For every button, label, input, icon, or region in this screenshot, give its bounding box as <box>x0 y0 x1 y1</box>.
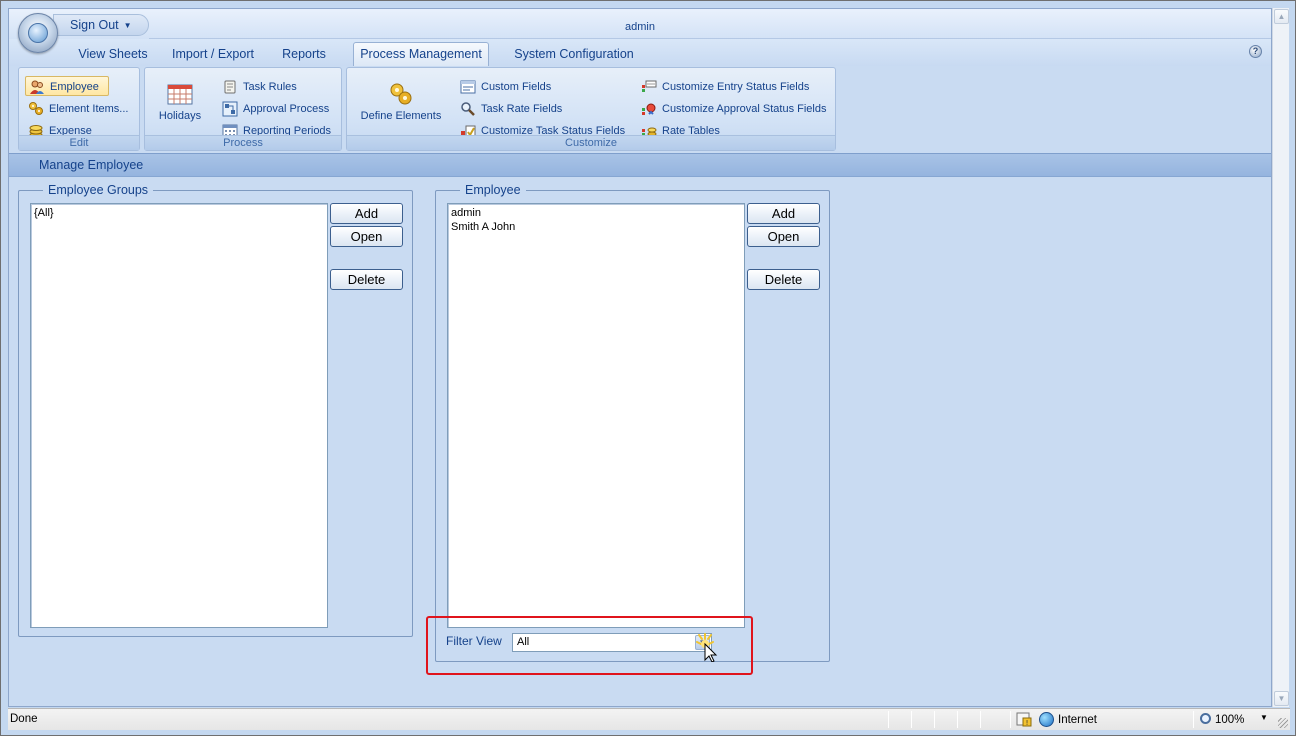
ribbon-group-customize-label: Customize <box>347 135 835 150</box>
customize-entry-status-fields-button[interactable]: Customize Entry Status Fields <box>638 77 809 97</box>
entry-status-icon <box>642 80 657 92</box>
approval-status-icon <box>642 103 656 115</box>
globe-icon <box>1039 712 1054 727</box>
security-zone-label: Internet <box>1058 714 1097 726</box>
scroll-icon <box>224 80 236 94</box>
resize-grip-icon[interactable] <box>1278 718 1288 728</box>
tab-process-management[interactable]: Process Management <box>353 42 489 67</box>
status-text: Done <box>10 713 38 725</box>
ribbon-tabs: View Sheets Import / Export Reports Proc… <box>9 39 1271 67</box>
form-icon <box>460 80 476 94</box>
element-items-label: Element Items... <box>49 103 129 115</box>
help-icon[interactable]: ? <box>1249 45 1262 58</box>
employee-groups-panel: Employee Groups {All} Add Open Delete <box>18 183 413 637</box>
holidays-label: Holidays <box>158 110 202 122</box>
approval-process-label: Approval Process <box>243 103 330 115</box>
employee-label: Employee <box>50 81 99 93</box>
sign-out-button[interactable]: Sign Out ▼ <box>53 14 149 36</box>
page-title: Manage Employee <box>9 153 1271 177</box>
task-rate-fields-button[interactable]: Task Rate Fields <box>457 99 562 119</box>
ribbon-group-process-label: Process <box>145 135 341 150</box>
tab-import-export[interactable]: Import / Export <box>167 44 259 66</box>
ribbon-group-process: Holidays Task Rules Approval Process Rep… <box>144 67 342 151</box>
list-item[interactable]: admin <box>451 206 741 220</box>
task-rules-button[interactable]: Task Rules <box>219 77 297 97</box>
ribbon-group-edit: Employee Element Items... Expense Edit <box>18 67 140 151</box>
chevron-down-icon[interactable]: ▼ <box>1260 713 1268 722</box>
magnifier-icon <box>1200 713 1211 724</box>
tab-view-sheets[interactable]: View Sheets <box>69 44 157 66</box>
browser-window: Sign Out ▼ admin View Sheets Import / Exp… <box>0 0 1296 736</box>
tab-reports[interactable]: Reports <box>274 44 334 66</box>
add-group-button[interactable]: Add <box>330 203 403 224</box>
employee-panel: Employee admin Smith A John Add Open Del… <box>435 183 830 662</box>
filter-view-label: Filter View <box>446 634 502 648</box>
ribbon-group-edit-label: Edit <box>19 135 139 150</box>
scroll-up-icon[interactable]: ▲ <box>1274 9 1289 24</box>
calendar-grid-icon <box>167 84 193 105</box>
app-orb-button[interactable] <box>18 13 58 53</box>
orb-icon <box>28 23 48 43</box>
task-rules-label: Task Rules <box>243 81 297 93</box>
employee-groups-list[interactable]: {All} <box>30 203 328 628</box>
employee-groups-legend: Employee Groups <box>43 183 154 197</box>
custom-fields-button[interactable]: Custom Fields <box>457 77 551 97</box>
filter-view-select[interactable]: All ▼ <box>512 633 712 652</box>
security-zone[interactable]: Internet <box>1039 712 1097 728</box>
list-item[interactable]: Smith A John <box>451 220 741 234</box>
add-employee-button[interactable]: Add <box>747 203 820 224</box>
ribbon-group-customize: Define Elements Custom Fields Task Rate … <box>346 67 836 151</box>
tab-system-configuration[interactable]: System Configuration <box>509 44 639 66</box>
approval-process-button[interactable]: Approval Process <box>219 99 329 119</box>
app-frame: Sign Out ▼ admin View Sheets Import / Exp… <box>8 8 1272 707</box>
vertical-scrollbar[interactable]: ▲ ▼ <box>1272 8 1289 707</box>
zoom-level[interactable]: 100% <box>1200 712 1244 728</box>
open-employee-button[interactable]: Open <box>747 226 820 247</box>
delete-group-button[interactable]: Delete <box>330 269 403 290</box>
customize-entry-status-fields-label: Customize Entry Status Fields <box>662 81 810 93</box>
employee-button[interactable]: Employee <box>25 76 109 96</box>
define-elements-button[interactable]: Define Elements <box>353 72 449 134</box>
zoom-level-label: 100% <box>1215 714 1245 726</box>
ribbon: Employee Element Items... Expense Edit H… <box>9 66 1271 152</box>
list-item[interactable]: {All} <box>34 206 324 220</box>
magnifier-icon <box>461 102 475 116</box>
svg-text:!: ! <box>1026 719 1029 727</box>
chevron-down-icon[interactable]: ▼ <box>695 635 710 650</box>
gears-large-icon <box>390 83 412 105</box>
element-items-button[interactable]: Element Items... <box>25 99 128 119</box>
sign-out-label: Sign Out <box>70 18 119 32</box>
custom-fields-label: Custom Fields <box>481 81 552 93</box>
holidays-button[interactable]: Holidays <box>153 72 207 134</box>
task-rate-fields-label: Task Rate Fields <box>481 103 563 115</box>
users-icon <box>30 80 44 94</box>
employee-legend: Employee <box>460 183 526 197</box>
protected-mode-icon: ! <box>1016 712 1032 727</box>
chevron-down-icon: ▼ <box>123 21 132 30</box>
customize-approval-status-fields-label: Customize Approval Status Fields <box>662 103 827 115</box>
filter-view-value: All <box>517 636 530 648</box>
delete-employee-button[interactable]: Delete <box>747 269 820 290</box>
employee-list[interactable]: admin Smith A John <box>447 203 745 628</box>
approval-icon <box>222 101 238 117</box>
title-bar: Sign Out ▼ admin <box>9 9 1271 39</box>
gears-icon <box>29 102 43 115</box>
define-elements-label: Define Elements <box>360 110 442 122</box>
scroll-down-icon[interactable]: ▼ <box>1274 691 1289 706</box>
status-bar: Done ! Internet 100% ▼ <box>8 708 1290 730</box>
open-group-button[interactable]: Open <box>330 226 403 247</box>
customize-approval-status-fields-button[interactable]: Customize Approval Status Fields <box>638 99 826 119</box>
